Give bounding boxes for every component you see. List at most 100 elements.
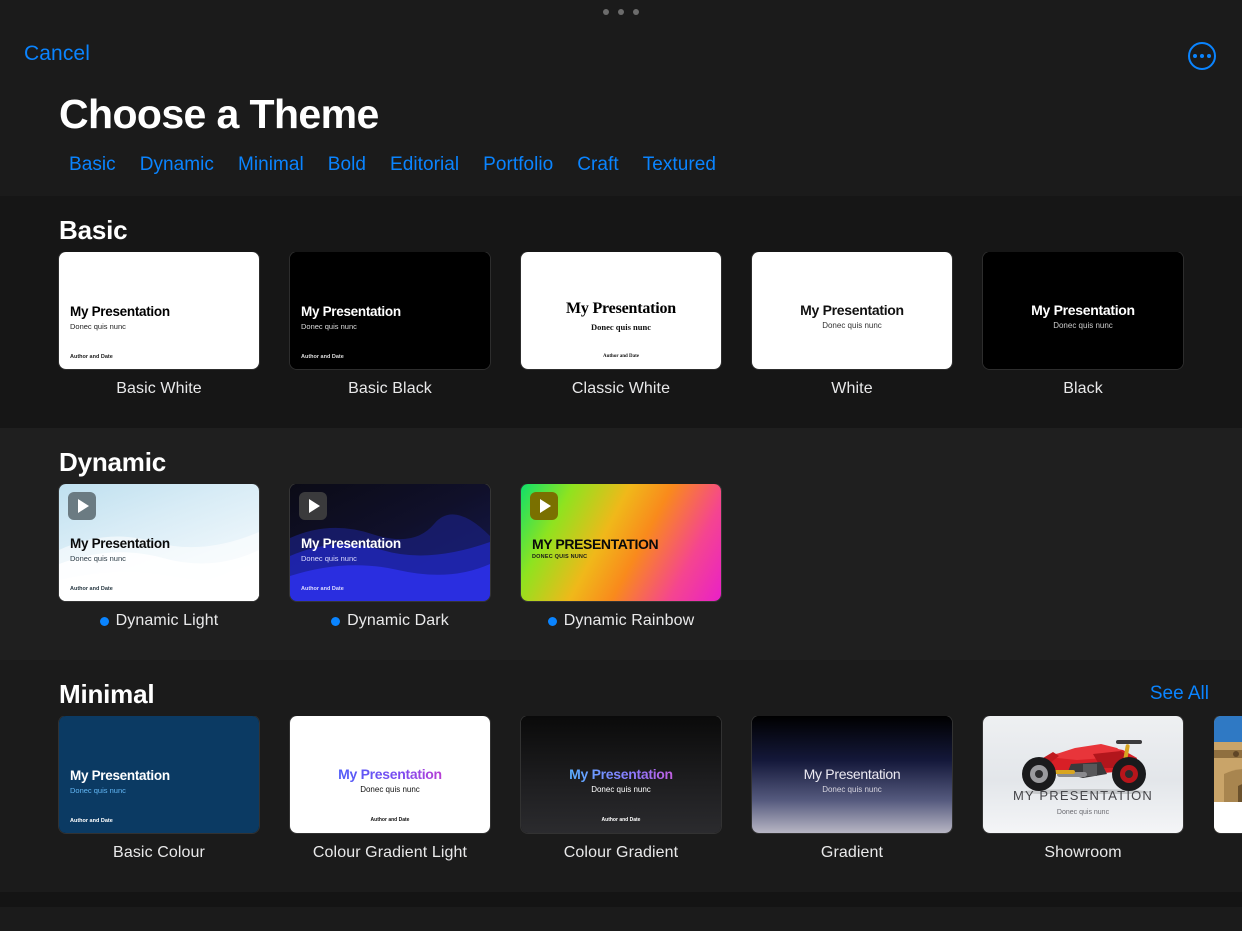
desert-architecture-image — [1214, 716, 1242, 833]
slide-title: My Presentation — [301, 536, 401, 551]
theme-thumbnail[interactable]: My Presentation Donec quis nunc — [983, 252, 1183, 369]
category-basic[interactable]: Basic — [57, 154, 128, 176]
ellipsis-circle-icon[interactable] — [1188, 42, 1216, 70]
theme-card-colour-gradient[interactable]: My Presentation Donec quis nunc Author and… — [521, 716, 721, 862]
window-grabber[interactable] — [0, 0, 1242, 24]
section-header: Basic — [0, 196, 1242, 252]
theme-card-black[interactable]: My Presentation Donec quis nunc Black — [983, 252, 1183, 398]
grabber-dot — [618, 9, 624, 15]
category-textured[interactable]: Textured — [631, 154, 728, 176]
slide-title: My Presentation — [565, 300, 677, 317]
theme-name: Showroom — [1044, 844, 1122, 861]
theme-thumbnail[interactable]: MY PRESENTATION Donec quis nunc — [983, 716, 1183, 833]
slide-author: Author and Date — [301, 586, 344, 592]
theme-thumbnail[interactable]: My Presentation Donec quis nunc Author and… — [59, 484, 259, 601]
slide-author: Author and Date — [70, 354, 113, 360]
theme-thumbnail[interactable]: My Presentation Donec quis nunc Author and… — [59, 716, 259, 833]
theme-name: Dynamic Dark — [347, 612, 449, 629]
theme-thumbnail[interactable]: My Presentation Donec quis nunc Author and… — [290, 716, 490, 833]
slide-subtitle: Donec quis nunc — [301, 322, 357, 331]
theme-card-dynamic-rainbow[interactable]: MY PRESENTATION DONEC QUIS NUNC Dynamic Ra… — [521, 484, 721, 630]
theme-scroll-area[interactable]: Basic My Presentation Donec quis nunc Autho… — [0, 196, 1242, 931]
slide-subtitle: Donec quis nunc — [1056, 809, 1110, 816]
category-dynamic[interactable]: Dynamic — [128, 154, 226, 176]
theme-card-dynamic-dark[interactable]: My Presentation Donec quis nunc Author and… — [290, 484, 490, 630]
category-minimal[interactable]: Minimal — [226, 154, 316, 176]
category-bold[interactable]: Bold — [316, 154, 378, 176]
category-craft[interactable]: Craft — [565, 154, 630, 176]
theme-card-dynamic-light[interactable]: My Presentation Donec quis nunc Author and… — [59, 484, 259, 630]
slide-subtitle: Donec quis nunc — [822, 321, 882, 330]
section-title: Minimal — [59, 679, 155, 709]
slide-title: My Presentation — [1031, 302, 1135, 318]
section-dynamic: Dynamic My Presentation Donec quis nunc Aut… — [0, 428, 1242, 660]
slide-subtitle: Donec quis nunc — [591, 785, 651, 794]
theme-name: Dynamic Rainbow — [563, 612, 695, 629]
slide-title: My Presentation — [800, 302, 904, 318]
slide-author: Author and Date — [370, 817, 410, 823]
theme-row: My Presentation Donec quis nunc Author and… — [0, 484, 1242, 630]
slide-title: My Presentation — [803, 766, 901, 782]
slide-title: My Presentation — [301, 304, 401, 319]
section-header: Minimal See All — [0, 660, 1242, 716]
theme-row: My Presentation Donec quis nunc Author and… — [0, 252, 1242, 398]
theme-thumbnail[interactable]: My Presentation Donec quis nunc Author and… — [59, 252, 259, 369]
slide-subtitle: DONEC QUIS NUNC — [532, 554, 588, 560]
theme-thumbnail[interactable]: My Presentation Donec quis nunc — [752, 716, 952, 833]
theme-thumbnail[interactable]: My Presentation Donec quis nunc — [752, 252, 952, 369]
ellipsis-dot — [1200, 54, 1204, 58]
slide-title: My Presentation — [290, 766, 490, 782]
slide-title: My Presentation — [70, 536, 170, 551]
theme-name: Gradient — [820, 844, 884, 861]
theme-thumbnail[interactable]: My Presentation Donec quis nunc Author and… — [290, 252, 490, 369]
theme-card[interactable] — [1214, 716, 1242, 862]
animated-theme-dot-icon — [547, 616, 557, 626]
section-basic: Basic My Presentation Donec quis nunc Autho… — [0, 196, 1242, 428]
theme-card-gradient[interactable]: My Presentation Donec quis nunc Gradient — [752, 716, 952, 862]
section-title: Basic — [59, 215, 128, 245]
animated-theme-dot-icon — [99, 616, 109, 626]
theme-thumbnail[interactable]: MY PRESENTATION DONEC QUIS NUNC — [521, 484, 721, 601]
theme-label: White — [752, 380, 952, 398]
theme-label: Dynamic Light — [59, 612, 259, 630]
section-title: Dynamic — [59, 447, 166, 477]
theme-label: Dynamic Dark — [290, 612, 490, 630]
slide-title: My Presentation — [521, 766, 721, 782]
see-all-button[interactable]: See All — [1150, 683, 1209, 705]
theme-chooser-screen: Cancel Choose a Theme Basic Dynamic Minima… — [0, 0, 1242, 931]
theme-card-basic-black[interactable]: My Presentation Donec quis nunc Author and… — [290, 252, 490, 398]
section-minimal: Minimal See All My Presentation Donec quis … — [0, 660, 1242, 892]
theme-name: Classic White — [571, 380, 671, 397]
theme-label: Dynamic Rainbow — [521, 612, 721, 630]
theme-card-white[interactable]: My Presentation Donec quis nunc White — [752, 252, 952, 398]
cancel-button[interactable]: Cancel — [24, 42, 90, 66]
theme-thumbnail[interactable] — [1214, 716, 1242, 833]
theme-label: Classic White — [521, 380, 721, 398]
theme-card-classic-white[interactable]: My Presentation Donec quis nunc Author and… — [521, 252, 721, 398]
theme-card-basic-colour[interactable]: My Presentation Donec quis nunc Author and… — [59, 716, 259, 862]
theme-card-colour-gradient-light[interactable]: My Presentation Donec quis nunc Author and… — [290, 716, 490, 862]
theme-thumbnail[interactable]: My Presentation Donec quis nunc Author and… — [290, 484, 490, 601]
theme-label: Basic Black — [290, 380, 490, 398]
theme-card-basic-white[interactable]: My Presentation Donec quis nunc Author and… — [59, 252, 259, 398]
theme-name: Basic Colour — [113, 844, 205, 861]
category-editorial[interactable]: Editorial — [378, 154, 471, 176]
category-nav: Basic Dynamic Minimal Bold Editorial Portfoli… — [57, 154, 728, 176]
slide-title: MY PRESENTATION — [532, 536, 659, 552]
theme-name: Basic White — [116, 380, 202, 397]
theme-thumbnail[interactable]: My Presentation Donec quis nunc Author and… — [521, 716, 721, 833]
theme-row: My Presentation Donec quis nunc Author and… — [0, 716, 1242, 862]
page-title: Choose a Theme — [59, 91, 379, 137]
category-portfolio[interactable]: Portfolio — [471, 154, 565, 176]
slide-subtitle: Donec quis nunc — [70, 554, 126, 563]
slide-author: Author and Date — [301, 354, 344, 360]
theme-label: Gradient — [752, 844, 952, 862]
slide-author: Author and Date — [70, 586, 113, 592]
slide-subtitle: Donec quis nunc — [70, 786, 126, 795]
theme-thumbnail[interactable]: My Presentation Donec quis nunc Author and… — [521, 252, 721, 369]
theme-card-showroom[interactable]: MY PRESENTATION Donec quis nunc Showroom — [983, 716, 1183, 862]
theme-name: Dynamic Light — [115, 612, 219, 629]
theme-label: Colour Gradient Light — [290, 844, 490, 862]
